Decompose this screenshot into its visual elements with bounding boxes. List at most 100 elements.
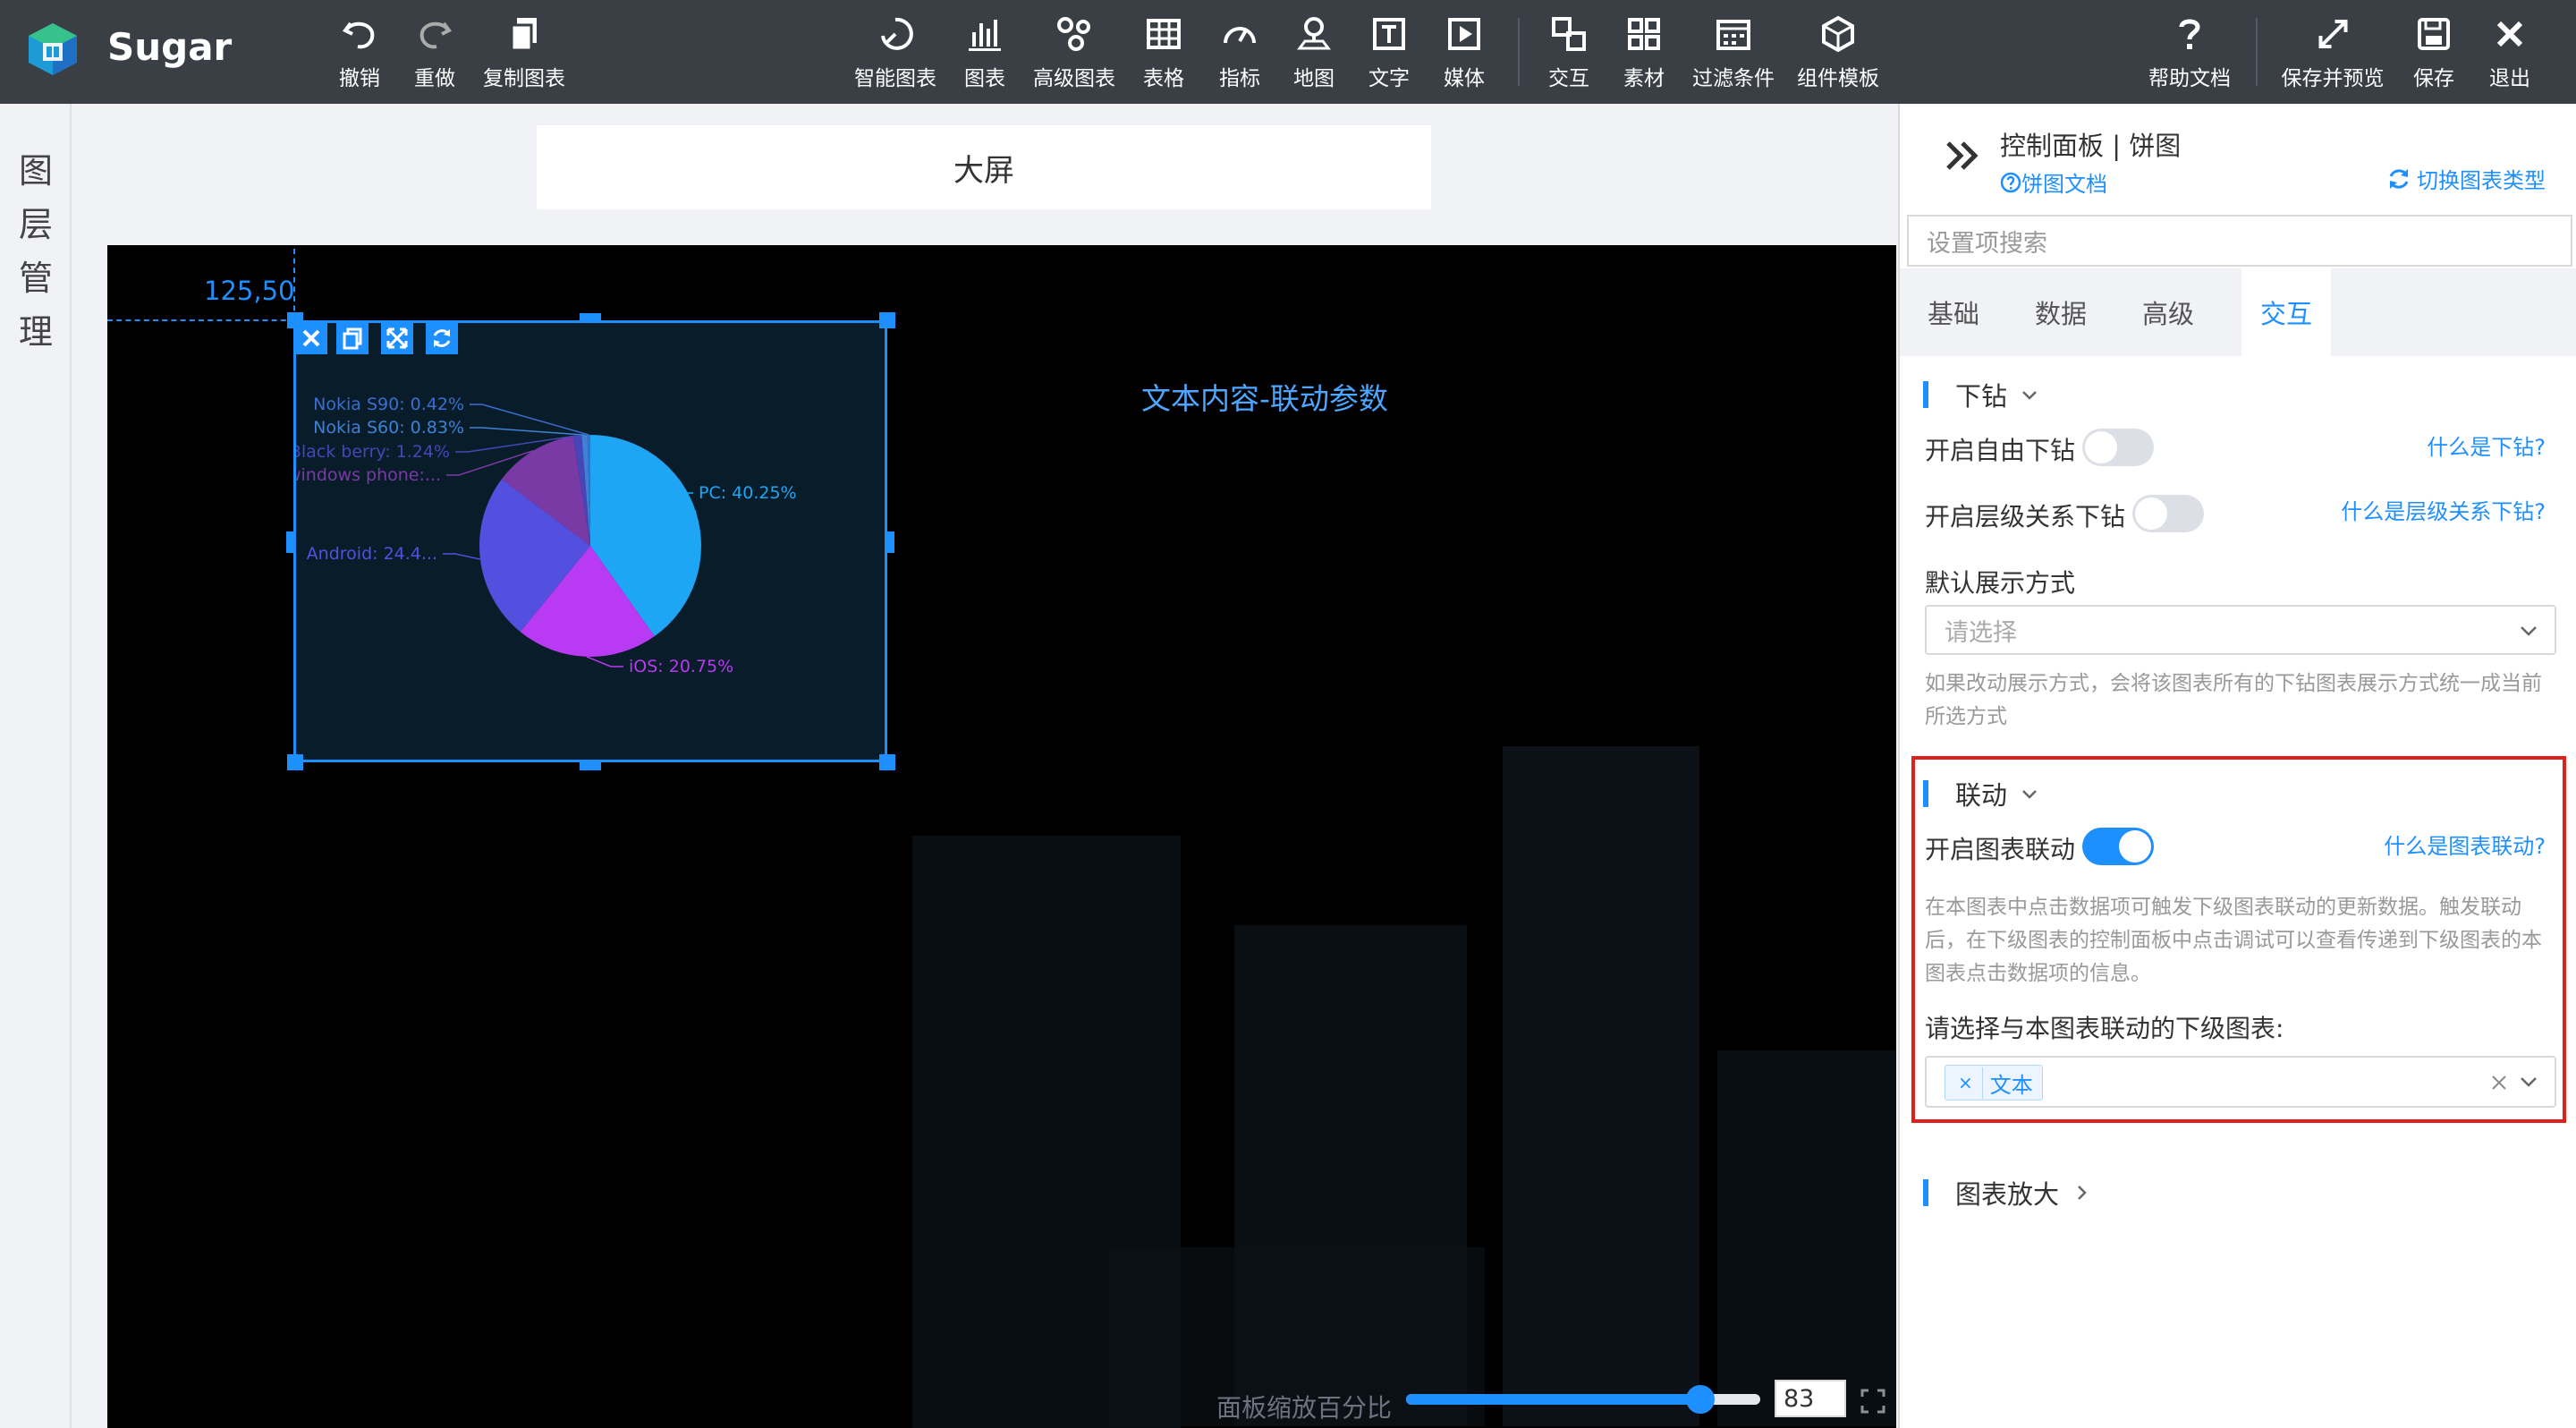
zoom-slider[interactable] bbox=[1406, 1385, 1760, 1414]
toolbar-divider bbox=[2256, 18, 2258, 86]
switch-chart-type-button[interactable]: 切换图表类型 bbox=[2386, 163, 2546, 194]
what-is-hier-drill-link[interactable]: 什么是层级关系下钻? bbox=[2341, 494, 2546, 525]
redo-icon bbox=[419, 21, 453, 49]
copy-icon bbox=[510, 18, 537, 52]
free-drill-toggle[interactable] bbox=[2082, 429, 2154, 466]
chart-zoom-section-header[interactable]: 图表放大 bbox=[1923, 1174, 2091, 1211]
widget-refresh-button[interactable] bbox=[426, 322, 458, 354]
question-circle-icon bbox=[2000, 172, 2021, 192]
pie-slice-label: windows phone:... bbox=[296, 465, 441, 485]
panel-title: 控制面板 | 饼图 bbox=[2000, 131, 2182, 161]
widget-copy-button[interactable] bbox=[336, 322, 369, 354]
refresh-icon bbox=[433, 329, 451, 347]
double-chevron-right-icon[interactable] bbox=[1943, 136, 1982, 175]
close-icon bbox=[2496, 21, 2523, 47]
undo-icon bbox=[342, 21, 375, 49]
media-button[interactable]: 媒体 bbox=[1444, 14, 1485, 91]
free-drill-label: 开启自由下钻 bbox=[1925, 436, 2076, 465]
resize-handle[interactable] bbox=[580, 313, 601, 322]
filter-button[interactable]: 过滤条件 bbox=[1692, 14, 1775, 91]
save-preview-button[interactable]: 保存并预览 bbox=[2282, 14, 2385, 91]
zoom-label: 面板缩放百分比 bbox=[1216, 1393, 1393, 1423]
copy-icon bbox=[343, 327, 362, 350]
resize-handle[interactable] bbox=[879, 312, 895, 328]
refresh-icon bbox=[2389, 168, 2409, 189]
zoom-slider-fill bbox=[1406, 1394, 1700, 1405]
undo-button[interactable]: 撤销 bbox=[339, 14, 380, 91]
pie-slice-label: Android: 24.4... bbox=[307, 544, 437, 564]
assets-button[interactable]: 素材 bbox=[1623, 14, 1665, 91]
section-accent-bar bbox=[1923, 1179, 1928, 1206]
fullscreen-icon bbox=[386, 327, 408, 349]
background-decoration bbox=[1717, 1050, 1896, 1426]
redo-button[interactable]: 重做 bbox=[414, 14, 455, 91]
resize-handle[interactable] bbox=[580, 761, 601, 770]
chart-doc-link[interactable]: 饼图文档 bbox=[2000, 166, 2107, 198]
table-icon bbox=[1147, 19, 1181, 49]
chevron-right-icon bbox=[2078, 1186, 2087, 1200]
section-accent-bar bbox=[1923, 381, 1928, 408]
close-icon bbox=[302, 329, 320, 347]
position-readout: 125,50 bbox=[204, 276, 295, 306]
copy-chart-button[interactable]: 复制图表 bbox=[483, 14, 565, 91]
toggle-knob bbox=[2135, 497, 2167, 530]
widget-fullscreen-button[interactable] bbox=[381, 322, 413, 354]
tab-data[interactable]: 数据 bbox=[2007, 268, 2114, 356]
layer-manager-tab[interactable]: 图 层 管 理 bbox=[0, 104, 72, 1428]
exit-button[interactable]: 退出 bbox=[2489, 14, 2530, 91]
resize-handle[interactable] bbox=[286, 531, 295, 553]
pie-slice-label: iOS: 20.75% bbox=[629, 657, 733, 676]
fullscreen-icon[interactable] bbox=[1860, 1389, 1885, 1414]
save-button[interactable]: 保存 bbox=[2413, 14, 2454, 91]
text-button[interactable]: 文字 bbox=[1368, 14, 1410, 91]
help-docs-button[interactable]: 帮助文档 bbox=[2148, 14, 2231, 91]
interaction-button[interactable]: 交互 bbox=[1548, 14, 1589, 91]
advanced-chart-button[interactable]: 高级图表 bbox=[1033, 14, 1115, 91]
toggle-knob bbox=[2085, 431, 2117, 463]
display-mode-select[interactable]: 请选择 bbox=[1925, 605, 2556, 655]
pie-slice-label: Black berry: 1.24% bbox=[296, 442, 450, 462]
tab-basic[interactable]: 基础 bbox=[1900, 268, 2007, 356]
zoom-input[interactable]: 83 bbox=[1775, 1380, 1846, 1417]
interaction-icon bbox=[1552, 17, 1586, 51]
layer-manager-char: 理 bbox=[18, 312, 53, 352]
pie-label-line bbox=[586, 656, 623, 667]
resize-handle[interactable] bbox=[886, 531, 894, 553]
text-widget[interactable]: 文本内容-联动参数 bbox=[1141, 375, 1388, 418]
tab-interaction[interactable]: 交互 bbox=[2241, 268, 2331, 356]
table-button[interactable]: 表格 bbox=[1143, 14, 1184, 91]
display-mode-hint: 如果改动展示方式，会将该图表所有的下钻图表展示方式统一成当前所选方式 bbox=[1925, 672, 2542, 728]
layer-manager-char: 管 bbox=[18, 259, 53, 298]
screen-title[interactable]: 大屏 bbox=[537, 125, 1431, 209]
settings-search-input[interactable]: 设置项搜索 bbox=[1907, 215, 2572, 267]
grid-icon bbox=[1628, 18, 1660, 50]
zoom-slider-thumb[interactable] bbox=[1685, 1385, 1715, 1414]
hier-drill-label: 开启层级关系下钻 bbox=[1925, 502, 2126, 531]
question-icon bbox=[2179, 19, 2200, 49]
toolbar-divider bbox=[1518, 18, 1520, 86]
sugar-logo-icon bbox=[29, 23, 77, 75]
pie-label-line bbox=[470, 404, 589, 436]
chart-button[interactable]: 图表 bbox=[964, 14, 1005, 91]
bar-chart-icon bbox=[969, 20, 1001, 51]
advanced-chart-icon bbox=[1057, 17, 1090, 51]
resize-handle[interactable] bbox=[879, 754, 895, 770]
drill-section-header[interactable]: 下钻 bbox=[1923, 376, 2039, 413]
resize-handle[interactable] bbox=[287, 312, 303, 328]
play-icon bbox=[1448, 18, 1480, 50]
component-template-button[interactable]: 组件模板 bbox=[1797, 14, 1879, 91]
pie-slice-label: Nokia S60: 0.83% bbox=[313, 418, 464, 438]
text-icon bbox=[1373, 18, 1405, 50]
resize-handle[interactable] bbox=[287, 754, 303, 770]
brand-name: Sugar bbox=[107, 25, 233, 69]
hier-drill-toggle[interactable] bbox=[2132, 495, 2204, 532]
metric-button[interactable]: 指标 bbox=[1219, 14, 1260, 91]
what-is-drill-link[interactable]: 什么是下钻? bbox=[2427, 429, 2546, 461]
smart-chart-button[interactable]: 智能图表 bbox=[854, 14, 936, 91]
map-button[interactable]: 地图 bbox=[1293, 14, 1335, 91]
pie-chart[interactable]: PC: 40.25% iOS: 20.75% Android: 24.4... win… bbox=[296, 323, 885, 760]
tab-advanced[interactable]: 高级 bbox=[2114, 268, 2222, 356]
guide-line-horizontal bbox=[107, 319, 295, 321]
layer-manager-char: 层 bbox=[18, 205, 53, 244]
chevron-down-icon bbox=[2521, 626, 2537, 636]
